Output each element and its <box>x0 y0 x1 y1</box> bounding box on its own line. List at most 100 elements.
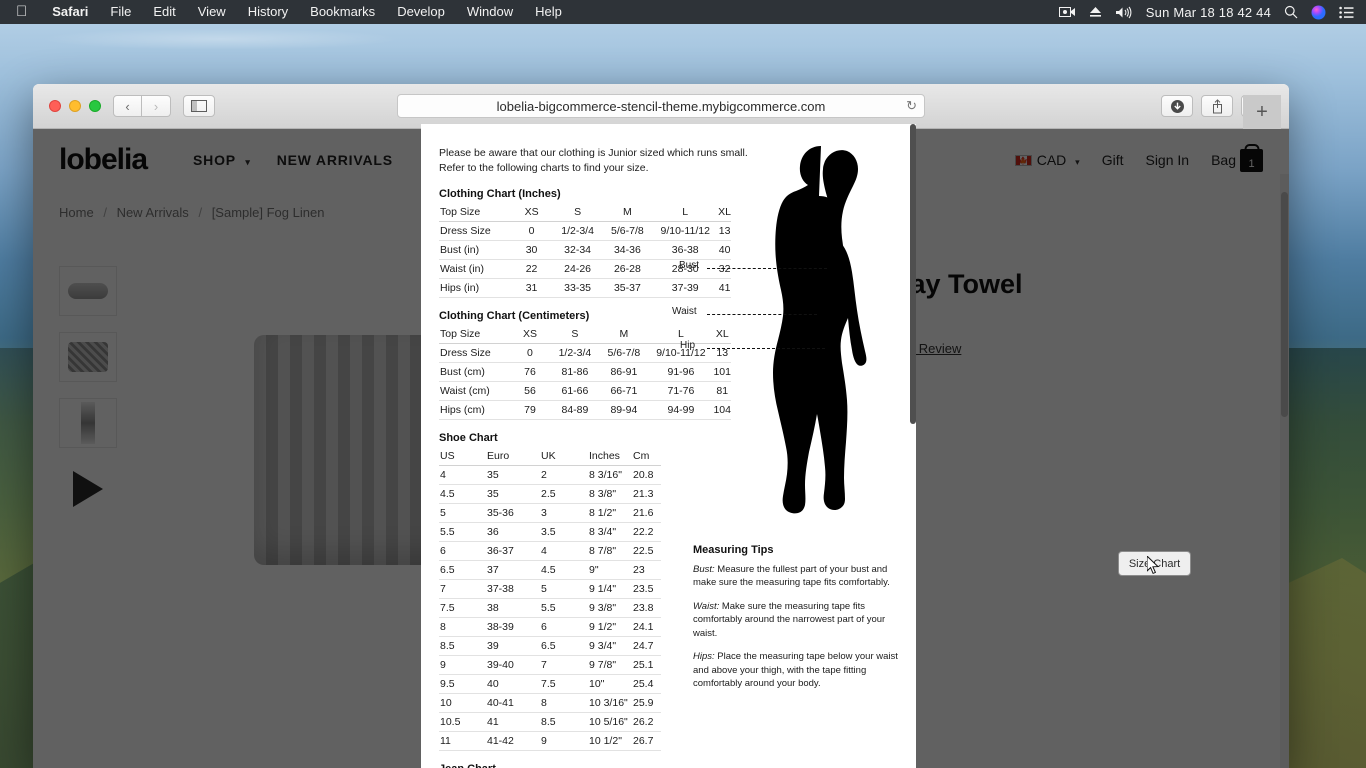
eject-icon[interactable] <box>1089 6 1102 18</box>
table-row: Hips (in) 31 33-35 35-37 37-39 41 <box>439 278 731 299</box>
menu-item-bookmarks[interactable]: Bookmarks <box>299 0 386 24</box>
cell: 22 <box>510 259 553 280</box>
cell: 26-28 <box>602 259 653 280</box>
modal-scrollbar-thumb[interactable] <box>910 124 916 424</box>
apple-logo-icon[interactable]:  <box>0 0 41 24</box>
col-header: S <box>550 325 600 345</box>
cell: 1/2-3/4 <box>552 221 603 242</box>
cell: 56 <box>509 381 551 402</box>
measuring-tip-hips: Hips: Place the measuring tape below you… <box>693 650 911 690</box>
sidebar-icon[interactable] <box>183 95 215 117</box>
downloads-icon[interactable] <box>1161 95 1193 117</box>
back-button[interactable]: ‹ <box>113 95 142 117</box>
cell: 41 <box>718 278 731 299</box>
search-icon[interactable] <box>1284 5 1298 19</box>
cell: 81-86 <box>550 362 600 383</box>
cell: 23.5 <box>633 579 661 600</box>
cell: 8 3/16" <box>589 465 633 486</box>
safari-toolbar: ‹ › lobelia-bigcommerce-stencil-theme.my… <box>33 84 1289 129</box>
cell: 7.5 <box>541 674 589 695</box>
col-header: L <box>652 203 719 223</box>
cell: 9 <box>541 731 589 752</box>
reload-icon[interactable]: ↻ <box>906 98 917 114</box>
menu-item-safari[interactable]: Safari <box>41 0 99 24</box>
cell: 37-38 <box>487 579 541 600</box>
table-row: Dress Size 0 1/2-3/4 5/6-7/8 9/10-11/12 … <box>439 221 731 242</box>
close-icon[interactable]: ✕ <box>1286 226 1289 257</box>
female-body-silhouette-icon <box>773 146 867 514</box>
cell: 1/2-3/4 <box>550 343 600 364</box>
menu-item-window[interactable]: Window <box>456 0 524 24</box>
menu-bar-clock[interactable]: Sun Mar 18 18 42 44 <box>1146 5 1271 20</box>
cell: 7.5 <box>439 598 487 619</box>
cell: 5.5 <box>439 522 487 543</box>
table-row: 10 40-41 8 10 3/16" 25.9 <box>439 693 661 714</box>
cell: 8.5 <box>439 636 487 657</box>
table-row: Bust (in) 30 32-34 34-36 36-38 40 <box>439 240 731 261</box>
menu-item-develop[interactable]: Develop <box>386 0 456 24</box>
measuring-tip-hips-term: Hips: <box>693 651 715 663</box>
cell: 5/6-7/8 <box>602 221 653 242</box>
col-header: US <box>439 447 487 467</box>
jean-chart-title: Jean Chart <box>439 763 898 768</box>
cell: 39 <box>487 636 541 657</box>
cell: 3.5 <box>541 522 589 543</box>
cell: Hips (cm) <box>439 400 510 421</box>
minimize-window-button[interactable] <box>69 100 81 112</box>
menu-item-view[interactable]: View <box>187 0 237 24</box>
close-window-button[interactable] <box>49 100 61 112</box>
cell: 94-99 <box>648 400 714 421</box>
cell: 61-66 <box>550 381 600 402</box>
shoe-chart-table: US Euro UK Inches Cm 4 35 2 8 3/16" 20.8 4.5 3… <box>439 447 661 752</box>
modal-scrollbar[interactable] <box>910 124 916 768</box>
hip-measure-line <box>707 348 825 349</box>
menu-item-edit[interactable]: Edit <box>142 0 186 24</box>
share-icon[interactable] <box>1201 95 1233 117</box>
cell: Bust (in) <box>439 240 511 261</box>
col-header: Cm <box>633 447 661 467</box>
measuring-tip-bust: Bust: Measure the fullest part of your b… <box>693 563 911 590</box>
menu-item-file[interactable]: File <box>99 0 142 24</box>
table-row: 5.5 36 3.5 8 3/4" 22.2 <box>439 522 661 543</box>
menu-item-history[interactable]: History <box>237 0 299 24</box>
menu-item-help[interactable]: Help <box>524 0 573 24</box>
cell: Waist (in) <box>439 259 511 280</box>
address-bar[interactable]: lobelia-bigcommerce-stencil-theme.mybigc… <box>397 94 925 118</box>
cell: 0 <box>510 221 553 242</box>
cell: 9.5 <box>439 674 487 695</box>
cell: 8 3/4" <box>589 522 633 543</box>
cell: 21.6 <box>633 503 661 524</box>
table-row: 4 35 2 8 3/16" 20.8 <box>439 465 661 486</box>
address-bar-url: lobelia-bigcommerce-stencil-theme.mybigc… <box>496 98 826 114</box>
cell: 36-37 <box>487 541 541 562</box>
screen-recording-icon[interactable] <box>1058 6 1076 18</box>
table-row: 9 39-40 7 9 7/8" 25.1 <box>439 655 661 676</box>
measuring-tip-bust-text: Measure the fullest part of your bust an… <box>693 564 890 589</box>
cell: 24-26 <box>552 259 603 280</box>
table-row: 10.5 41 8.5 10 5/16" 26.2 <box>439 712 661 733</box>
cell: 9 7/8" <box>589 655 633 676</box>
cell: 37 <box>487 560 541 581</box>
cell: 79 <box>509 400 551 421</box>
cell: 5 <box>541 579 589 600</box>
cell: 22.5 <box>633 541 661 562</box>
table-row: Hips (cm) 79 84-89 89-94 94-99 104 <box>439 400 731 421</box>
cell: 10 1/2" <box>589 731 633 752</box>
col-header: S <box>552 203 603 223</box>
control-center-icon[interactable] <box>1339 6 1354 19</box>
cell: 41-42 <box>487 731 541 752</box>
col-header: M <box>602 203 653 223</box>
cell: 5 <box>439 503 487 524</box>
new-tab-button[interactable]: + <box>1243 95 1281 129</box>
siri-icon[interactable] <box>1311 5 1326 20</box>
waist-measure-line <box>707 314 817 315</box>
table-header-row: US Euro UK Inches Cm <box>439 447 661 467</box>
forward-button[interactable]: › <box>142 95 171 117</box>
cell: 76 <box>509 362 551 383</box>
table-row: 6 36-37 4 8 7/8" 22.5 <box>439 541 661 562</box>
col-header: Euro <box>487 447 541 467</box>
table-row: 7 37-38 5 9 1/4" 23.5 <box>439 579 661 600</box>
volume-icon[interactable] <box>1115 6 1133 19</box>
zoom-window-button[interactable] <box>89 100 101 112</box>
cell: 32-34 <box>552 240 603 261</box>
